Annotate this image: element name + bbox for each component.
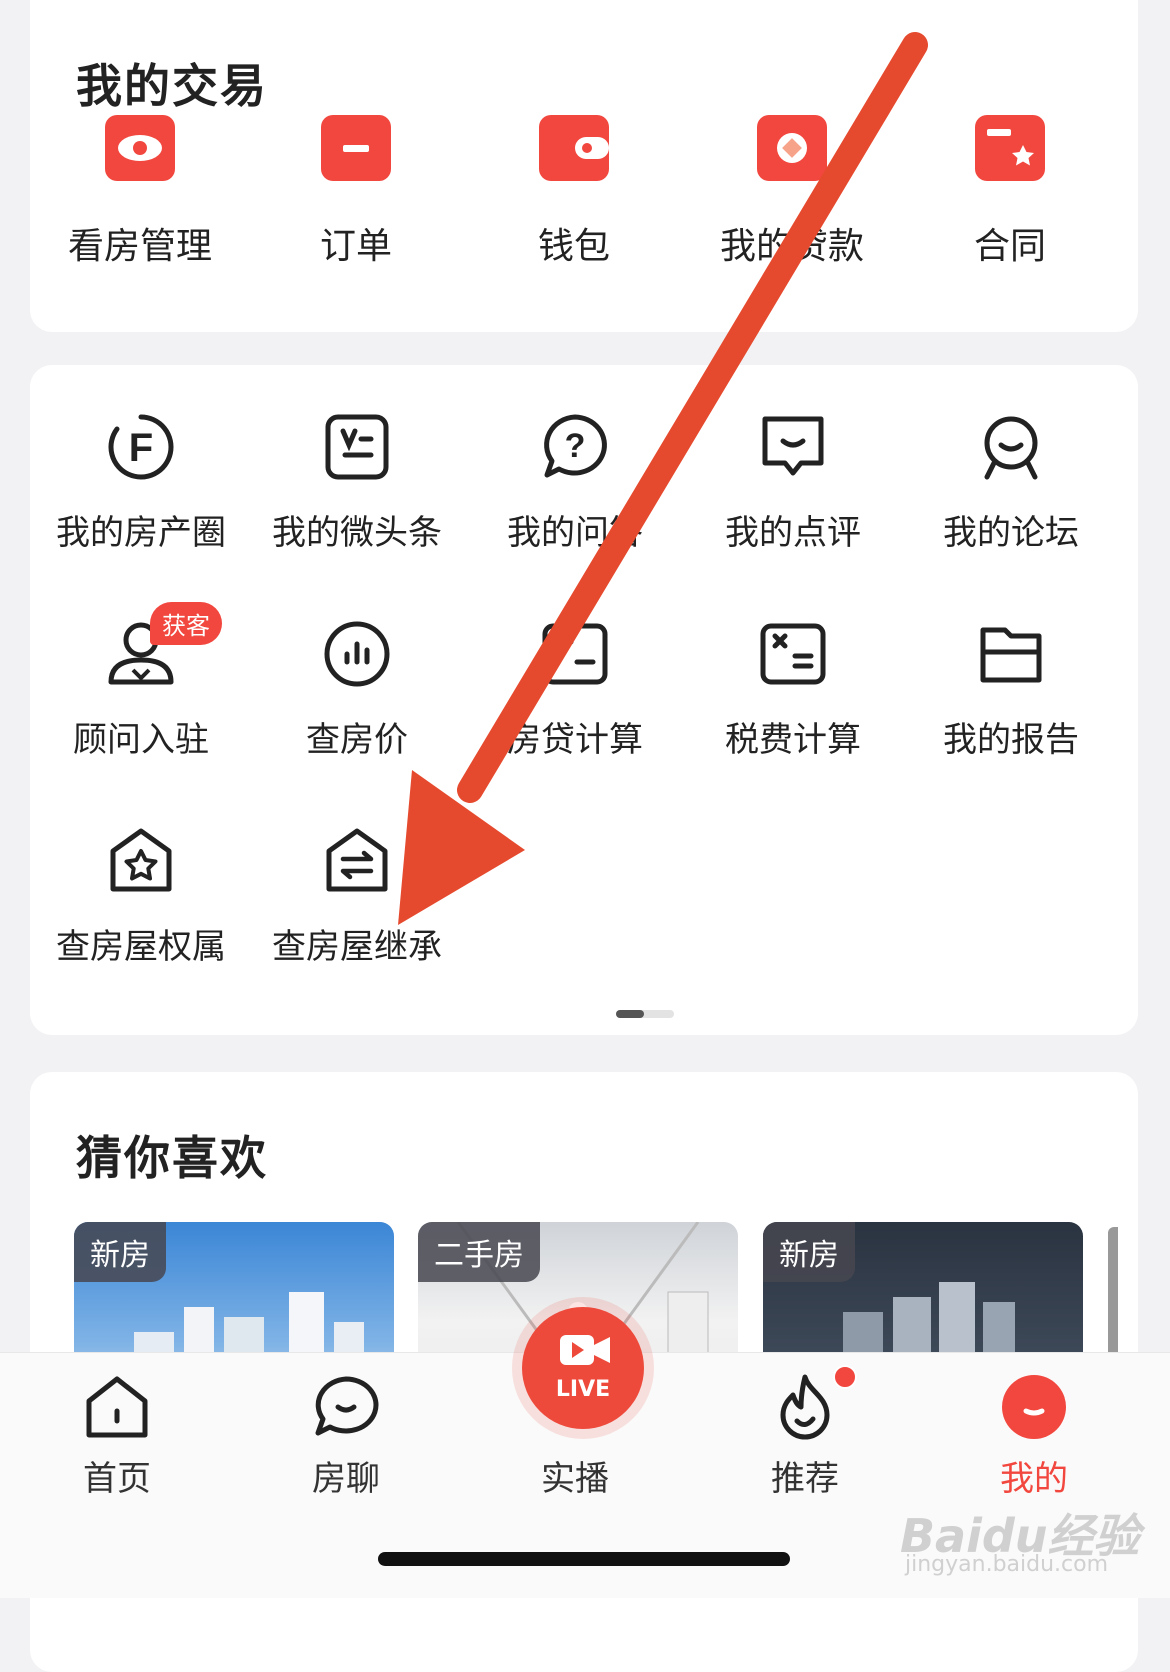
mortgage-calc-icon <box>537 616 613 692</box>
tool-label: 我的问答 <box>507 513 643 553</box>
my-forum-button[interactable]: 我的论坛 <box>900 409 1122 554</box>
trade-label: 合同 <box>973 226 1046 267</box>
wallet-icon <box>539 115 609 181</box>
live-icon <box>560 1335 610 1365</box>
tab-home[interactable]: 首页 <box>52 1371 182 1500</box>
viewing-management-button[interactable]: 看房管理 <box>30 115 250 269</box>
tool-label: 税费计算 <box>725 720 861 760</box>
my-trades-title: 我的交易 <box>76 59 268 113</box>
my-loans-button[interactable]: 我的贷款 <box>682 115 902 269</box>
listing-tag: 二手房 <box>418 1222 540 1282</box>
watermark-url: jingyan.baidu.com <box>905 1552 1109 1577</box>
tax-calculator-button[interactable]: 税费计算 <box>682 616 904 761</box>
tool-label: 顾问入驻 <box>73 720 209 760</box>
tab-profile[interactable]: 我的 <box>969 1371 1099 1500</box>
home-indicator[interactable] <box>378 1552 790 1566</box>
tool-label: 我的房产圈 <box>56 513 226 553</box>
svg-text:F: F <box>129 426 153 470</box>
comment-icon <box>755 409 831 485</box>
tax-calc-icon <box>755 616 831 692</box>
page-indicator <box>616 1010 674 1018</box>
orders-button[interactable]: 订单 <box>246 111 466 269</box>
page-indicator-active <box>616 1010 644 1018</box>
contracts-button[interactable]: 合同 <box>900 115 1120 269</box>
flame-icon <box>769 1365 857 1443</box>
trade-label: 我的贷款 <box>719 226 864 267</box>
forum-icon <box>973 409 1049 485</box>
live-label: LIVE <box>555 1377 611 1402</box>
check-house-price-button[interactable]: 查房价 <box>246 616 468 761</box>
svg-text:?: ? <box>565 427 586 465</box>
loan-icon <box>757 115 827 181</box>
notification-dot <box>833 1365 857 1389</box>
trade-label: 订单 <box>319 226 392 267</box>
tab-label: 实播 <box>541 1459 609 1499</box>
tool-label: 查房屋权属 <box>56 927 226 967</box>
property-inheritance-button[interactable]: 查房屋继承 <box>246 823 468 968</box>
tool-label: 我的论坛 <box>943 513 1079 553</box>
my-reviews-button[interactable]: 我的点评 <box>682 409 904 554</box>
tool-label: 我的点评 <box>725 513 861 553</box>
my-qa-button[interactable]: ? 我的问答 <box>464 409 686 554</box>
gain-customers-badge: 获客 <box>150 602 222 645</box>
folder-icon <box>973 616 1049 692</box>
tab-recommend[interactable]: 推荐 <box>740 1365 870 1500</box>
contract-icon <box>975 115 1045 181</box>
live-button[interactable]: LIVE <box>522 1307 644 1429</box>
tool-label: 房贷计算 <box>507 720 643 760</box>
clipboard-icon <box>321 111 391 181</box>
listing-tag: 新房 <box>74 1222 166 1282</box>
listing-tag: 新房 <box>763 1222 855 1282</box>
recommendations-title: 猜你喜欢 <box>76 1131 268 1185</box>
tool-label: 查房价 <box>306 720 408 760</box>
wallet-button[interactable]: 钱包 <box>464 115 684 269</box>
my-trades-card: 我的交易 看房管理 订单 钱包 我的贷款 合同 <box>30 0 1138 332</box>
my-reports-button[interactable]: 我的报告 <box>900 616 1122 761</box>
price-chart-icon <box>319 616 395 692</box>
tab-label: 我的 <box>1000 1459 1068 1499</box>
tool-label: 查房屋继承 <box>272 927 442 967</box>
tool-label: 我的微头条 <box>272 513 442 553</box>
home-icon <box>81 1371 153 1443</box>
tab-chat[interactable]: 房聊 <box>281 1371 411 1500</box>
eye-icon <box>105 115 175 181</box>
circle-f-icon: F <box>103 409 179 485</box>
my-property-circle-button[interactable]: F 我的房产圈 <box>30 409 252 554</box>
tools-card: F 我的房产圈 我的微头条 ? 我的问答 我的点评 我的论坛 获客 顾问入驻 查… <box>30 365 1138 1035</box>
tab-label: 首页 <box>83 1459 151 1499</box>
mortgage-calculator-button[interactable]: 房贷计算 <box>464 616 686 761</box>
profile-icon <box>998 1371 1070 1443</box>
chat-icon <box>310 1371 382 1443</box>
house-transfer-icon <box>319 823 395 899</box>
property-ownership-button[interactable]: 查房屋权属 <box>30 823 252 968</box>
microheadline-icon <box>319 409 395 485</box>
tab-label: 推荐 <box>771 1459 839 1499</box>
question-icon: ? <box>537 409 613 485</box>
trade-label: 看房管理 <box>67 226 212 267</box>
tool-label: 我的报告 <box>943 720 1079 760</box>
trade-label: 钱包 <box>537 226 610 267</box>
house-star-icon <box>103 823 179 899</box>
tab-label: 房聊 <box>312 1459 380 1499</box>
my-micro-headline-button[interactable]: 我的微头条 <box>246 409 468 554</box>
advisor-join-button[interactable]: 获客 顾问入驻 <box>30 602 252 761</box>
